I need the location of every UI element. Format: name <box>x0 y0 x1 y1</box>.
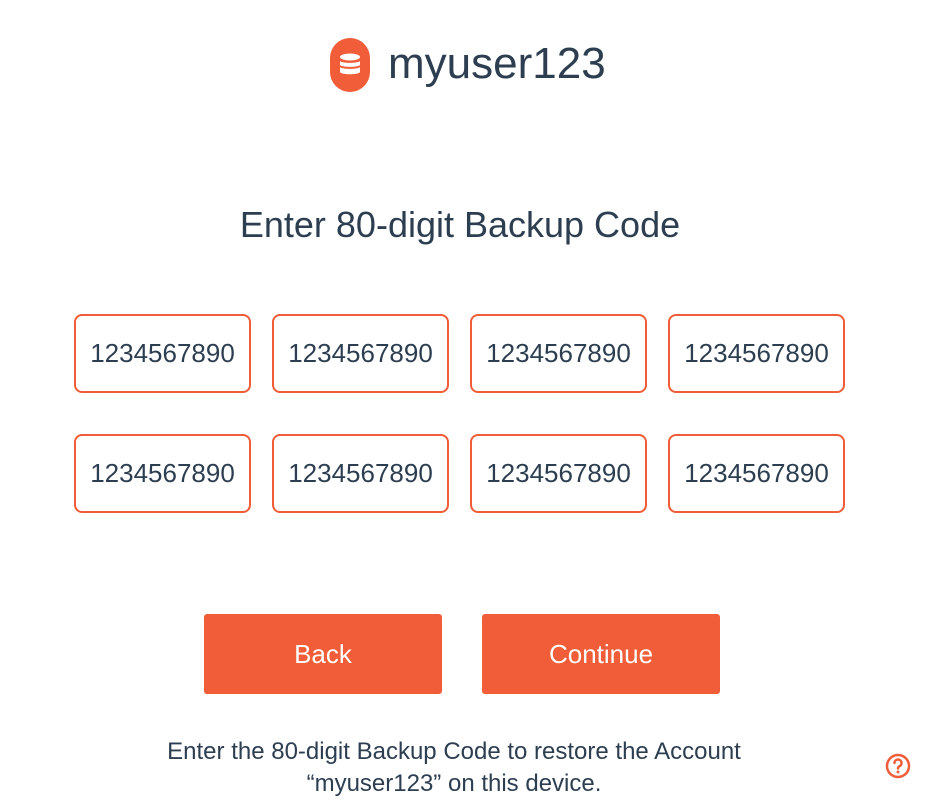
page-title: Enter 80-digit Backup Code <box>239 204 681 245</box>
code-input-2[interactable] <box>272 314 449 393</box>
continue-button[interactable]: Continue <box>482 614 720 694</box>
app-logo <box>330 38 370 92</box>
code-input-4[interactable] <box>668 314 845 393</box>
question-circle-icon[interactable] <box>885 753 911 779</box>
database-icon <box>340 53 360 75</box>
code-input-5[interactable] <box>74 434 251 513</box>
description-line-2: “myuser123” on this device. <box>306 770 602 797</box>
code-input-7[interactable] <box>470 434 647 513</box>
description-line-1: Enter the 80-digit Backup Code to restor… <box>167 738 741 765</box>
code-input-8[interactable] <box>668 434 845 513</box>
code-input-3[interactable] <box>470 314 647 393</box>
back-button[interactable]: Back <box>204 614 442 694</box>
description: Enter the 80-digit Backup Code to restor… <box>0 736 908 800</box>
code-input-6[interactable] <box>272 434 449 513</box>
account-name: myuser123 <box>388 39 606 88</box>
code-input-1[interactable] <box>74 314 251 393</box>
